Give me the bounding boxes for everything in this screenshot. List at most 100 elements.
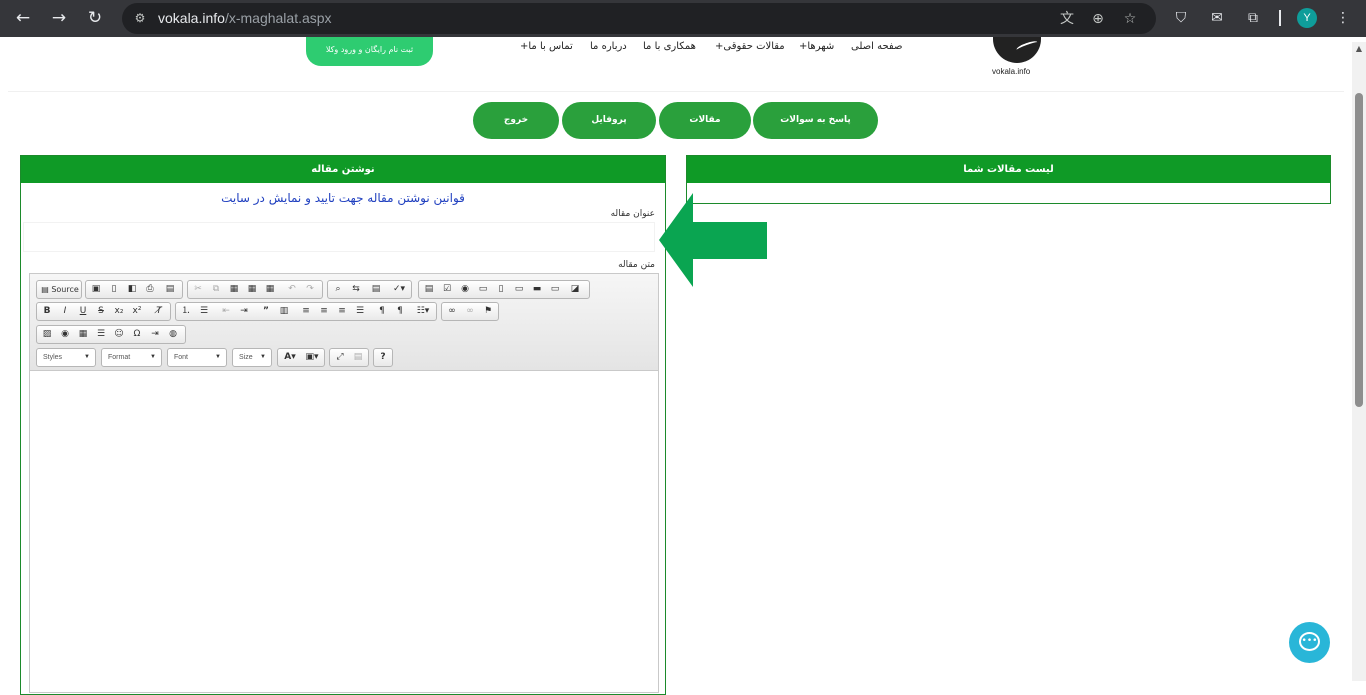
link-icon[interactable]: ∞ [444,304,460,319]
font-dropdown[interactable]: Font ▼ [167,348,227,367]
tools-group: ⤢ ▤ [329,348,369,367]
anchor-icon[interactable]: ⚑ [480,304,496,319]
cut-icon[interactable]: ✂ [190,282,206,297]
undo-icon[interactable]: ↶ [284,282,300,297]
find-icon[interactable]: ⌕ [330,282,346,297]
maximize-icon[interactable]: ⤢ [332,350,348,365]
scrollbar-thumb[interactable] [1355,93,1363,407]
articles-list-title: لیست مقالات شما [687,156,1330,183]
remove-format-icon[interactable]: T̸ [151,304,167,319]
address-bar[interactable]: ⚙ vokala.info/x-maghalat.aspx 文 ⊕ ☆ [122,3,1156,34]
text-color-icon[interactable]: A▾ [280,350,300,365]
align-center-icon[interactable]: ≡ [316,304,332,319]
iframe-icon[interactable]: ◍ [165,327,181,342]
nav-articles[interactable]: مقالات حقوقی+ [715,41,785,52]
justify-icon[interactable]: ☰ [352,304,368,319]
spellcheck-icon[interactable]: ✓▾ [388,282,410,297]
paste-word-icon[interactable]: ▦ [262,282,278,297]
text-rtl-icon[interactable]: ¶ [392,304,408,319]
textarea-icon[interactable]: ▯ [493,282,509,297]
smiley-icon[interactable]: ☺ [111,327,127,342]
menu-kebab-icon[interactable]: ⋮ [1333,8,1353,28]
save-icon[interactable]: ▣ [88,282,104,297]
puzzle-extensions-icon[interactable]: ⧉ [1243,8,1263,28]
indent-icon[interactable]: ⇥ [236,304,252,319]
help-button[interactable]: ? [375,350,391,365]
table-icon[interactable]: ▦ [75,327,91,342]
show-blocks-icon[interactable]: ▤ [350,350,366,365]
article-title-input[interactable] [23,222,655,252]
hidden-field-icon[interactable]: ◪ [567,282,583,297]
replace-icon[interactable]: ⇆ [348,282,364,297]
forward-icon[interactable]: → [47,6,71,30]
site-settings-icon[interactable]: ⚙ [132,10,148,26]
div-container-icon[interactable]: ▥ [276,304,292,319]
size-dropdown[interactable]: Size ▼ [232,348,272,367]
checkbox-icon[interactable]: ☑ [439,282,455,297]
numbered-list-icon[interactable]: ⒈ [178,304,194,319]
page-scrollbar[interactable]: ▲ [1352,42,1366,681]
templates-icon[interactable]: ▤ [162,282,178,297]
form-icon[interactable]: ▤ [421,282,437,297]
strike-icon[interactable]: S [93,304,109,319]
nav-home[interactable]: صفحه اصلی [851,41,902,52]
back-icon[interactable]: ← [11,6,35,30]
language-icon[interactable]: ☷▾ [412,304,434,319]
profile-avatar[interactable]: Y [1297,8,1317,28]
preview-icon[interactable]: ◧ [124,282,140,297]
blockquote-icon[interactable]: ” [258,304,274,319]
format-dropdown[interactable]: Format ▼ [101,348,162,367]
special-char-icon[interactable]: Ω [129,327,145,342]
align-right-icon[interactable]: ≡ [334,304,350,319]
article-rules-link[interactable]: قوانین نوشتن مقاله جهت تایید و نمایش در … [21,191,665,205]
radio-icon[interactable]: ◉ [457,282,473,297]
bookmark-star-icon[interactable]: ☆ [1120,9,1140,29]
select-all-icon[interactable]: ▤ [368,282,384,297]
outdent-icon[interactable]: ⇤ [218,304,234,319]
paste-icon[interactable]: ▦ [226,282,242,297]
reload-icon[interactable]: ↻ [83,6,107,30]
button-field-icon[interactable]: ▬ [529,282,545,297]
nav-about[interactable]: درباره ما [590,41,627,52]
subscript-icon[interactable]: x₂ [111,304,127,319]
profile-button[interactable]: پروفایل [562,102,656,139]
nav-cooperate[interactable]: همکاری با ما [643,41,696,52]
new-page-icon[interactable]: ▯ [106,282,122,297]
copy-icon[interactable]: ⧉ [208,282,224,297]
flash-icon[interactable]: ◉ [57,327,73,342]
mail-extension-icon[interactable]: ✉ [1207,8,1227,28]
bg-color-icon[interactable]: ▣▾ [302,350,322,365]
print-icon[interactable]: ⎙ [142,282,158,297]
bulleted-list-icon[interactable]: ☰ [196,304,212,319]
italic-icon[interactable]: I [57,304,73,319]
select-field-icon[interactable]: ▭ [511,282,527,297]
source-button[interactable]: ▤ Source [39,282,81,297]
image-button-icon[interactable]: ▭ [547,282,563,297]
scroll-up-arrow-icon[interactable]: ▲ [1355,44,1363,54]
answer-questions-button[interactable]: پاسخ به سوالات [753,102,878,139]
bold-icon[interactable]: B [39,304,55,319]
shield-extension-icon[interactable]: ⛉ [1171,8,1191,28]
translate-icon[interactable]: 文 [1057,9,1077,29]
underline-icon[interactable]: U [75,304,91,319]
redo-icon[interactable]: ↷ [302,282,318,297]
text-ltr-icon[interactable]: ¶ [374,304,390,319]
text-field-icon[interactable]: ▭ [475,282,491,297]
editor-content-area[interactable] [30,371,658,692]
unlink-icon[interactable]: ∞ [462,304,478,319]
horizontal-rule-icon[interactable]: ☰ [93,327,109,342]
paste-text-icon[interactable]: ▦ [244,282,260,297]
logout-button[interactable]: خروج [473,102,559,139]
superscript-icon[interactable]: x² [129,304,145,319]
register-button[interactable]: ثبت نام رایگان و ورود وکلا [306,37,433,66]
chat-widget-button[interactable]: ••• [1289,622,1330,663]
styles-dropdown[interactable]: Styles ▼ [36,348,96,367]
page-break-icon[interactable]: ⇥ [147,327,163,342]
align-left-icon[interactable]: ≡ [298,304,314,319]
url-text[interactable]: vokala.info/x-maghalat.aspx [158,10,332,27]
zoom-icon[interactable]: ⊕ [1088,9,1108,29]
image-icon[interactable]: ▨ [39,327,55,342]
nav-cities[interactable]: شهرها+ [799,41,834,52]
articles-button[interactable]: مقالات [659,102,751,139]
nav-contact[interactable]: تماس با ما+ [520,41,573,52]
